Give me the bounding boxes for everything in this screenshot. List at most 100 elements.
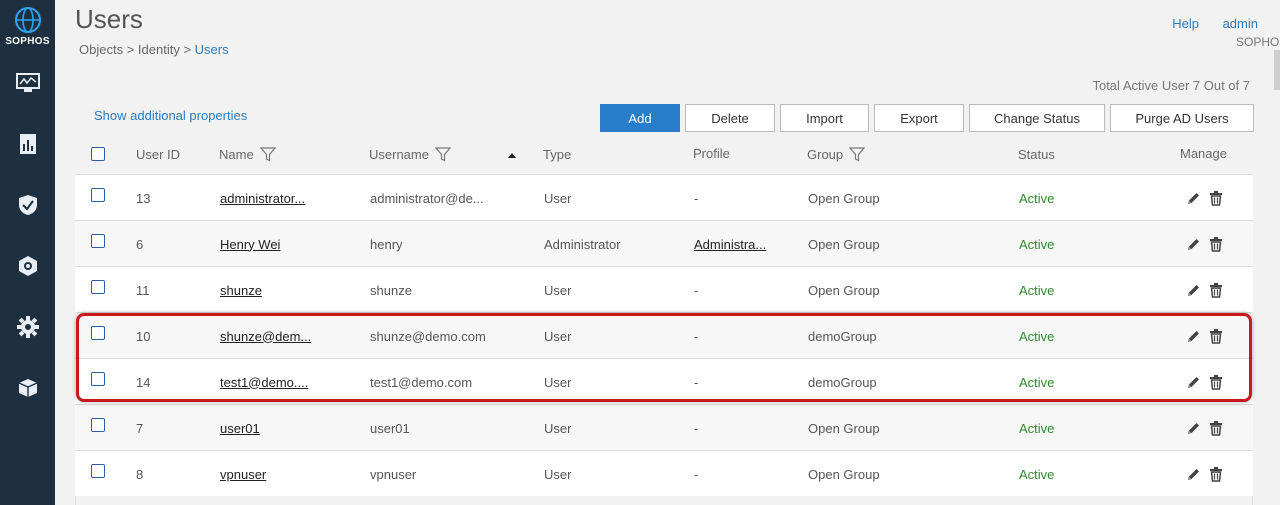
- sophos-logo[interactable]: SOPHOS: [0, 6, 55, 54]
- profile-value: -: [694, 190, 699, 206]
- edit-icon[interactable]: [1186, 191, 1201, 206]
- help-link[interactable]: Help: [1172, 16, 1199, 31]
- export-button[interactable]: Export: [874, 104, 964, 132]
- edit-icon[interactable]: [1186, 375, 1201, 390]
- cell-type: User: [544, 282, 572, 298]
- profile-value: -: [694, 466, 699, 482]
- admin-menu[interactable]: admin: [1223, 16, 1258, 31]
- table-row[interactable]: 8 vpnuser vpnuser User - Open Group Acti…: [75, 450, 1253, 496]
- row-checkbox[interactable]: [91, 326, 105, 340]
- breadcrumb-identity[interactable]: Identity: [138, 42, 180, 57]
- cell-name[interactable]: shunze@dem...: [220, 313, 360, 359]
- col-group[interactable]: Group: [807, 147, 866, 162]
- cell-manage: [1186, 313, 1223, 359]
- profile-value[interactable]: Administra...: [694, 237, 766, 252]
- delete-icon[interactable]: [1209, 282, 1223, 298]
- cell-status: Active: [1019, 420, 1055, 436]
- table-row[interactable]: 13 administrator... administrator@de... …: [75, 174, 1253, 220]
- cell-manage: [1186, 175, 1223, 221]
- breadcrumb-users[interactable]: Users: [195, 42, 229, 57]
- select-all-checkbox[interactable]: [91, 147, 105, 161]
- row-checkbox[interactable]: [91, 234, 105, 248]
- monitor-icon[interactable]: [0, 63, 55, 103]
- cell-name[interactable]: shunze: [220, 267, 360, 313]
- table-row[interactable]: 10 shunze@dem... shunze@demo.com User - …: [75, 312, 1253, 358]
- add-button[interactable]: Add: [600, 104, 680, 132]
- cell-type: User: [544, 374, 572, 390]
- row-checkbox[interactable]: [91, 464, 105, 478]
- delete-button[interactable]: Delete: [685, 104, 775, 132]
- profile-value: -: [694, 420, 699, 436]
- delete-icon[interactable]: [1209, 328, 1223, 344]
- cell-username: user01: [370, 420, 410, 436]
- cell-name[interactable]: Henry Wei: [220, 221, 360, 267]
- col-username[interactable]: Username: [369, 147, 517, 162]
- edit-icon[interactable]: [1186, 237, 1201, 252]
- page-scrollbar[interactable]: [1274, 50, 1280, 90]
- table-row[interactable]: 6 Henry Wei henry Administrator Administ…: [75, 220, 1253, 266]
- cell-name[interactable]: user01: [220, 405, 360, 451]
- cell-profile: -: [694, 405, 804, 451]
- col-status[interactable]: Status: [1018, 147, 1055, 162]
- user-name-link[interactable]: Henry Wei: [220, 237, 280, 252]
- user-name-link[interactable]: shunze@dem...: [220, 329, 311, 344]
- cell-group: Open Group: [808, 236, 880, 252]
- cell-profile: -: [694, 451, 804, 497]
- col-profile[interactable]: Profile: [693, 146, 730, 161]
- report-icon[interactable]: [0, 124, 55, 164]
- sort-ascending-icon[interactable]: [507, 151, 517, 159]
- row-checkbox[interactable]: [91, 372, 105, 386]
- cell-manage: [1186, 451, 1223, 497]
- delete-icon[interactable]: [1209, 466, 1223, 482]
- col-type[interactable]: Type: [543, 147, 571, 162]
- user-name-link[interactable]: administrator...: [220, 191, 305, 206]
- filter-icon[interactable]: [259, 147, 276, 162]
- breadcrumb-objects[interactable]: Objects: [79, 42, 123, 57]
- table-row[interactable]: 7 user01 user01 User - Open Group Active: [75, 404, 1253, 450]
- user-name-link[interactable]: test1@demo....: [220, 375, 308, 390]
- delete-icon[interactable]: [1209, 374, 1223, 390]
- cell-profile: Administra...: [694, 221, 804, 267]
- user-name-link[interactable]: vpnuser: [220, 467, 266, 482]
- cell-name[interactable]: vpnuser: [220, 451, 360, 497]
- cell-username: vpnuser: [370, 466, 417, 482]
- filter-icon[interactable]: [849, 147, 866, 162]
- table-row[interactable]: 14 test1@demo.... test1@demo.com User - …: [75, 358, 1253, 404]
- delete-icon[interactable]: [1209, 190, 1223, 206]
- breadcrumb-separator: >: [179, 42, 195, 57]
- edit-icon[interactable]: [1186, 283, 1201, 298]
- col-group-label: Group: [807, 147, 844, 162]
- cell-profile: -: [694, 267, 804, 313]
- import-button[interactable]: Import: [780, 104, 869, 132]
- col-user-id[interactable]: User ID: [136, 147, 180, 162]
- row-checkbox[interactable]: [91, 418, 105, 432]
- user-name-link[interactable]: shunze: [220, 283, 262, 298]
- cell-name[interactable]: test1@demo....: [220, 359, 360, 405]
- delete-icon[interactable]: [1209, 420, 1223, 436]
- col-name[interactable]: Name: [219, 147, 276, 162]
- delete-icon[interactable]: [1209, 236, 1223, 252]
- user-name-link[interactable]: user01: [220, 421, 260, 436]
- box-icon[interactable]: [0, 368, 55, 408]
- cell-status: Active: [1019, 466, 1055, 482]
- change-status-button[interactable]: Change Status: [969, 104, 1105, 132]
- cell-username: henry: [370, 236, 403, 252]
- row-checkbox-cell: [75, 175, 115, 221]
- gear-icon[interactable]: [0, 307, 55, 347]
- row-checkbox[interactable]: [91, 188, 105, 202]
- edit-icon[interactable]: [1186, 467, 1201, 482]
- breadcrumb: Objects > Identity > Users: [79, 42, 229, 57]
- show-additional-properties-link[interactable]: Show additional properties: [94, 108, 247, 123]
- table-row[interactable]: 11 shunze shunze User - Open Group Activ…: [75, 266, 1253, 312]
- row-checkbox-cell: [75, 267, 115, 313]
- protection-icon[interactable]: [0, 246, 55, 286]
- purge-ad-users-button[interactable]: Purge AD Users: [1110, 104, 1254, 132]
- profile-value: -: [694, 328, 699, 344]
- row-checkbox[interactable]: [91, 280, 105, 294]
- sidebar: SOPHOS: [0, 0, 55, 505]
- cell-name[interactable]: administrator...: [220, 175, 360, 221]
- shield-icon[interactable]: [0, 185, 55, 225]
- edit-icon[interactable]: [1186, 329, 1201, 344]
- filter-icon[interactable]: [434, 147, 451, 162]
- edit-icon[interactable]: [1186, 421, 1201, 436]
